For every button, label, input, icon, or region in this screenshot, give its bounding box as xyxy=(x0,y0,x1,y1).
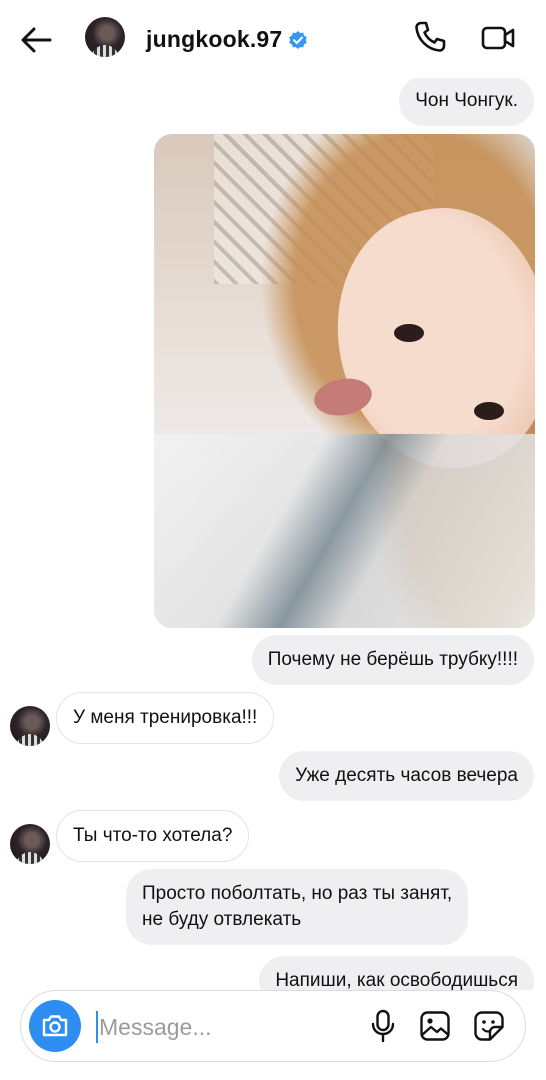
message-thread[interactable]: Чон Чонгук. Почему не берёшь трубку!!!! … xyxy=(0,78,546,990)
phone-icon[interactable] xyxy=(413,20,447,54)
message-outgoing[interactable]: Почему не берёшь трубку!!!! xyxy=(251,635,534,685)
message-photo[interactable] xyxy=(154,134,535,628)
avatar[interactable] xyxy=(10,824,50,864)
camera-button[interactable] xyxy=(29,1000,81,1052)
message-outgoing[interactable]: Просто поболтать, но раз ты занят, не бу… xyxy=(126,869,469,945)
contact-name-wrap[interactable]: jungkook.97 xyxy=(146,26,308,53)
camera-icon xyxy=(42,1015,68,1037)
avatar[interactable] xyxy=(10,706,50,746)
message-outgoing[interactable]: Напиши, как освободишься xyxy=(259,956,534,990)
image-gallery-icon[interactable] xyxy=(419,1010,451,1042)
text-caret xyxy=(96,1011,98,1043)
message-incoming[interactable]: Ты что-то хотела? xyxy=(56,810,250,862)
message-composer xyxy=(20,990,526,1062)
sticker-icon[interactable] xyxy=(473,1010,505,1042)
message-outgoing[interactable]: Уже десять часов вечера xyxy=(279,751,534,801)
contact-username[interactable]: jungkook.97 xyxy=(146,26,282,53)
message-input[interactable] xyxy=(99,1009,359,1045)
microphone-icon[interactable] xyxy=(369,1009,397,1043)
verified-badge-icon xyxy=(289,30,308,49)
chat-header: jungkook.97 xyxy=(0,0,546,78)
message-outgoing[interactable]: Чон Чонгук. xyxy=(399,78,534,126)
arrow-left-icon[interactable] xyxy=(18,22,54,58)
avatar[interactable] xyxy=(85,17,125,57)
video-camera-icon[interactable] xyxy=(480,21,516,55)
message-incoming[interactable]: У меня тренировка!!! xyxy=(56,692,275,744)
